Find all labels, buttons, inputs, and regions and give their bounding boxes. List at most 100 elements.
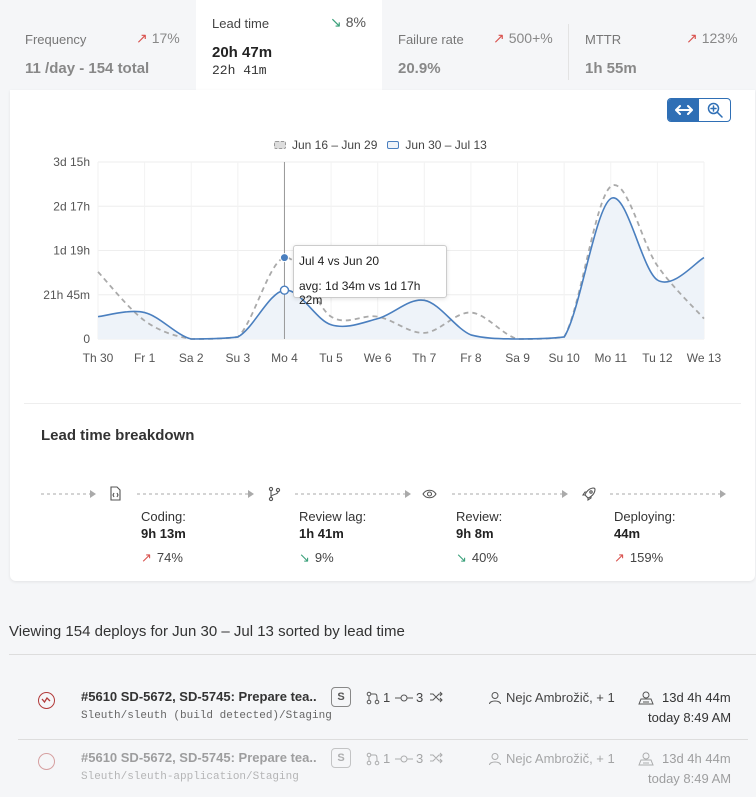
metric-title: Lead time bbox=[212, 16, 270, 31]
shuffle-icon bbox=[429, 751, 443, 765]
metric-title: Frequency bbox=[25, 32, 87, 47]
commits-count: 3 bbox=[395, 751, 423, 766]
metric-tab-mttr[interactable]: MTTR ↗ 123% 1h 55m bbox=[568, 0, 756, 90]
x-tick-label: Mo 4 bbox=[271, 351, 298, 365]
y-tick-label: 2d 17h bbox=[53, 199, 90, 213]
pull-requests-count: 1 bbox=[366, 690, 390, 705]
arrow-up-icon: ↗ bbox=[493, 30, 505, 46]
deploy-row[interactable]: #5610 SD-5672, SD-5745: Prepare tea... S… bbox=[18, 741, 748, 797]
x-tick-label: Fr 1 bbox=[134, 351, 156, 365]
git-branch-icon bbox=[268, 486, 281, 502]
eye-icon bbox=[422, 489, 437, 499]
failed-status-icon bbox=[38, 692, 55, 709]
zoom-button[interactable] bbox=[699, 99, 730, 121]
x-tick-label: Th 7 bbox=[412, 351, 436, 365]
commits-count: 3 bbox=[395, 690, 423, 705]
stage-label: Review lag: bbox=[299, 509, 367, 524]
stage-label: Review: bbox=[456, 509, 503, 524]
pull-requests-count: 1 bbox=[366, 751, 390, 766]
deploy-row[interactable]: #5610 SD-5672, SD-5745: Prepare tea... S… bbox=[18, 680, 748, 740]
commit-icon bbox=[395, 755, 413, 762]
stage-label: Coding: bbox=[141, 509, 186, 524]
x-tick-label: Mo 11 bbox=[595, 351, 628, 365]
pan-button[interactable] bbox=[668, 99, 699, 121]
stage-value: 9h 13m bbox=[141, 526, 186, 541]
y-tick-label: 1d 19h bbox=[53, 244, 90, 258]
failed-status-icon bbox=[38, 753, 55, 770]
user-icon bbox=[489, 691, 501, 704]
x-tick-label: Th 30 bbox=[83, 351, 114, 365]
metric-tab-lead-time[interactable]: Lead time ↘ 8% 20h 47m 22h 41m bbox=[196, 0, 382, 90]
y-tick-label: 21h 45m bbox=[43, 288, 90, 302]
chart-tooltip: Jul 4 vs Jun 20 avg: 1d 34m vs 1d 17h 22… bbox=[293, 245, 447, 307]
lead-time-card: Jun 16 – Jun 29 Jun 30 – Jul 13 0 21h 45m… bbox=[10, 90, 755, 581]
metric-delta: ↘ 8% bbox=[330, 14, 366, 30]
stage-label: Deploying: bbox=[614, 509, 676, 524]
x-tick-label: Tu 12 bbox=[642, 351, 673, 365]
x-tick-label: Tu 5 bbox=[319, 351, 343, 365]
legend-swatch bbox=[274, 141, 286, 149]
metric-value: 20h 47m bbox=[212, 44, 273, 61]
stage-value: 1h 41m bbox=[299, 526, 344, 541]
commit-icon bbox=[395, 694, 413, 701]
metric-value: 11 /day - 154 total bbox=[25, 60, 150, 77]
deploy-title[interactable]: #5610 SD-5672, SD-5745: Prepare tea... bbox=[81, 750, 316, 765]
arrows-horizontal-icon bbox=[674, 105, 693, 115]
lead-time-icon bbox=[638, 752, 654, 765]
zoom-in-icon bbox=[707, 102, 723, 118]
x-tick-label: Sa 2 bbox=[179, 351, 204, 365]
breakdown-flow bbox=[41, 486, 726, 502]
metric-tab-failure-rate[interactable]: Failure rate ↗ 500+% 20.9% bbox=[382, 0, 568, 90]
breakdown-stage-deploying: Deploying: 44m ↗ 159% bbox=[614, 509, 675, 566]
section-divider bbox=[24, 403, 741, 404]
stage-value: 9h 8m bbox=[456, 526, 494, 541]
legend-swatch bbox=[387, 141, 400, 149]
stage-delta: ↗ 74% bbox=[141, 550, 183, 565]
hover-point-current bbox=[279, 285, 290, 295]
metric-tab-frequency[interactable]: Frequency ↗ 17% 11 /day - 154 total bbox=[0, 0, 196, 90]
x-tick-label: Fr 8 bbox=[460, 351, 482, 365]
metric-delta: ↗ 17% bbox=[136, 30, 180, 46]
deploy-title[interactable]: #5610 SD-5672, SD-5745: Prepare tea... bbox=[81, 689, 316, 704]
metrics-bar: Frequency ↗ 17% 11 /day - 154 total Lead … bbox=[0, 0, 756, 90]
deploy-time: today 8:49 AM bbox=[648, 771, 732, 786]
arrow-down-icon: ↘ bbox=[330, 14, 342, 30]
metric-delta: ↗ 500+% bbox=[493, 30, 553, 46]
metric-previous-value: 22h 41m bbox=[212, 63, 267, 78]
lead-time-duration: 13d 4h 44m bbox=[638, 690, 731, 705]
rocket-icon bbox=[581, 487, 596, 502]
x-tick-label: Su 10 bbox=[548, 351, 580, 365]
deploy-time: today 8:49 AM bbox=[648, 710, 732, 725]
metric-value: 20.9% bbox=[398, 60, 441, 77]
arrow-up-icon: ↗ bbox=[136, 30, 148, 46]
shuffle-icon bbox=[429, 690, 443, 704]
x-tick-label: We 6 bbox=[364, 351, 392, 365]
stage-delta: ↘ 9% bbox=[299, 550, 334, 565]
breakdown-stage-review-lag: Review lag: 1h 41m ↘ 9% bbox=[299, 509, 366, 566]
breakdown-stage-coding: Coding: 9h 13m ↗ 74% bbox=[141, 509, 186, 566]
x-tick-label: We 13 bbox=[687, 351, 722, 365]
arrow-down-icon: ↘ bbox=[456, 550, 467, 565]
arrow-up-icon: ↗ bbox=[686, 30, 698, 46]
pull-request-icon bbox=[366, 691, 380, 704]
size-badge: S bbox=[331, 687, 351, 707]
metric-value: 1h 55m bbox=[585, 60, 637, 77]
metric-title: Failure rate bbox=[398, 32, 464, 47]
deploy-author: Nejc Ambrožič, + 1 bbox=[488, 690, 615, 705]
tab-divider bbox=[568, 24, 569, 80]
arrow-down-icon: ↘ bbox=[299, 550, 310, 565]
arrow-up-icon: ↗ bbox=[614, 550, 625, 565]
lead-time-icon bbox=[638, 691, 654, 704]
breakdown-title: Lead time breakdown bbox=[41, 427, 195, 444]
user-icon bbox=[489, 752, 501, 765]
deploy-author: Nejc Ambrožič, + 1 bbox=[488, 751, 615, 766]
metric-title: MTTR bbox=[585, 32, 622, 47]
deploy-path: Sleuth/sleuth (build detected)/Staging bbox=[81, 710, 332, 722]
deploys-summary: Viewing 154 deploys for Jun 30 – Jul 13 … bbox=[9, 623, 405, 640]
y-tick-label: 0 bbox=[83, 332, 90, 346]
hover-point-previous bbox=[279, 253, 289, 263]
stage-delta: ↘ 40% bbox=[456, 550, 498, 565]
row-divider bbox=[18, 739, 748, 740]
lead-time-duration: 13d 4h 44m bbox=[638, 751, 731, 766]
pull-request-icon bbox=[366, 752, 380, 765]
